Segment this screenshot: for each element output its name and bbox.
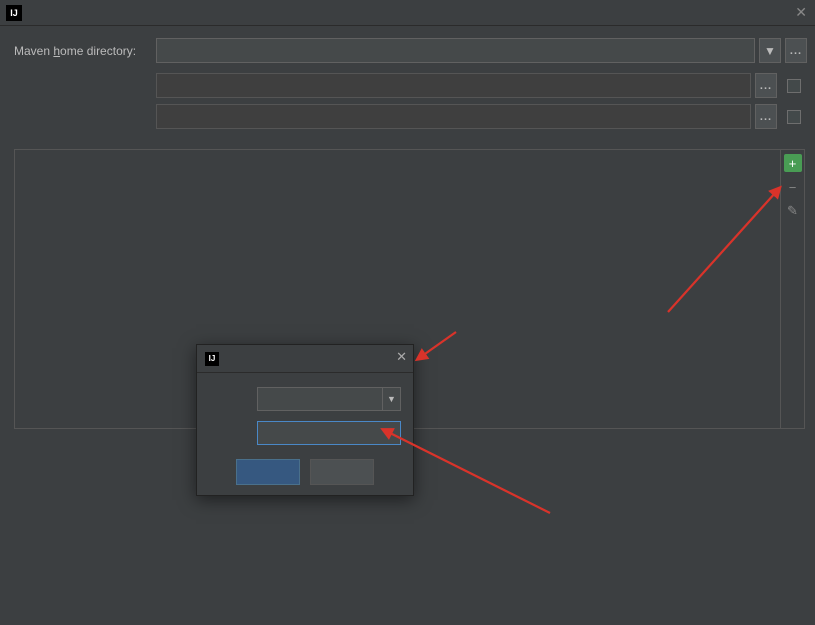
app-logo: IJ [205,352,219,366]
table-row[interactable] [15,188,780,207]
maven-home-select[interactable] [156,38,755,63]
property-value-input[interactable] [257,421,401,445]
checkbox-icon[interactable] [787,79,801,93]
cancel-button[interactable] [310,459,374,485]
titlebar: IJ ✕ [0,0,815,26]
edit-property-button[interactable]: ✎ [784,202,802,220]
local-repo-field [156,104,751,129]
ok-button[interactable] [236,459,300,485]
table-row[interactable] [15,169,780,188]
app-logo: IJ [6,5,22,21]
maven-home-browse-button[interactable]: ... [785,38,807,63]
close-icon[interactable]: ✕ [396,349,407,365]
modal-titlebar: IJ ✕ [197,345,413,373]
user-settings-browse-button[interactable]: ... [755,73,777,98]
add-maven-property-dialog: IJ ✕ ▼ [196,344,414,496]
properties-toolbar: + − ✎ [780,150,804,428]
maven-settings-form: Maven home directory: ▼ ... ... [0,26,815,141]
user-settings-override[interactable] [787,79,807,93]
maven-home-label: Maven home directory: [14,44,156,58]
table-row[interactable] [15,207,780,226]
close-icon[interactable]: ✕ [795,4,807,21]
table-row[interactable] [15,226,780,245]
table-row[interactable] [15,150,780,169]
chevron-down-icon[interactable]: ▼ [382,388,400,410]
table-row[interactable] [15,245,780,264]
property-name-select[interactable]: ▼ [257,387,401,411]
user-settings-field [156,73,751,98]
maven-home-dropdown-button[interactable]: ▼ [759,38,781,63]
add-property-button[interactable]: + [784,154,802,172]
properties-heading [0,141,815,149]
local-repo-browse-button[interactable]: ... [755,104,777,129]
local-repo-override[interactable] [787,110,807,124]
checkbox-icon[interactable] [787,110,801,124]
remove-property-button[interactable]: − [784,178,802,196]
